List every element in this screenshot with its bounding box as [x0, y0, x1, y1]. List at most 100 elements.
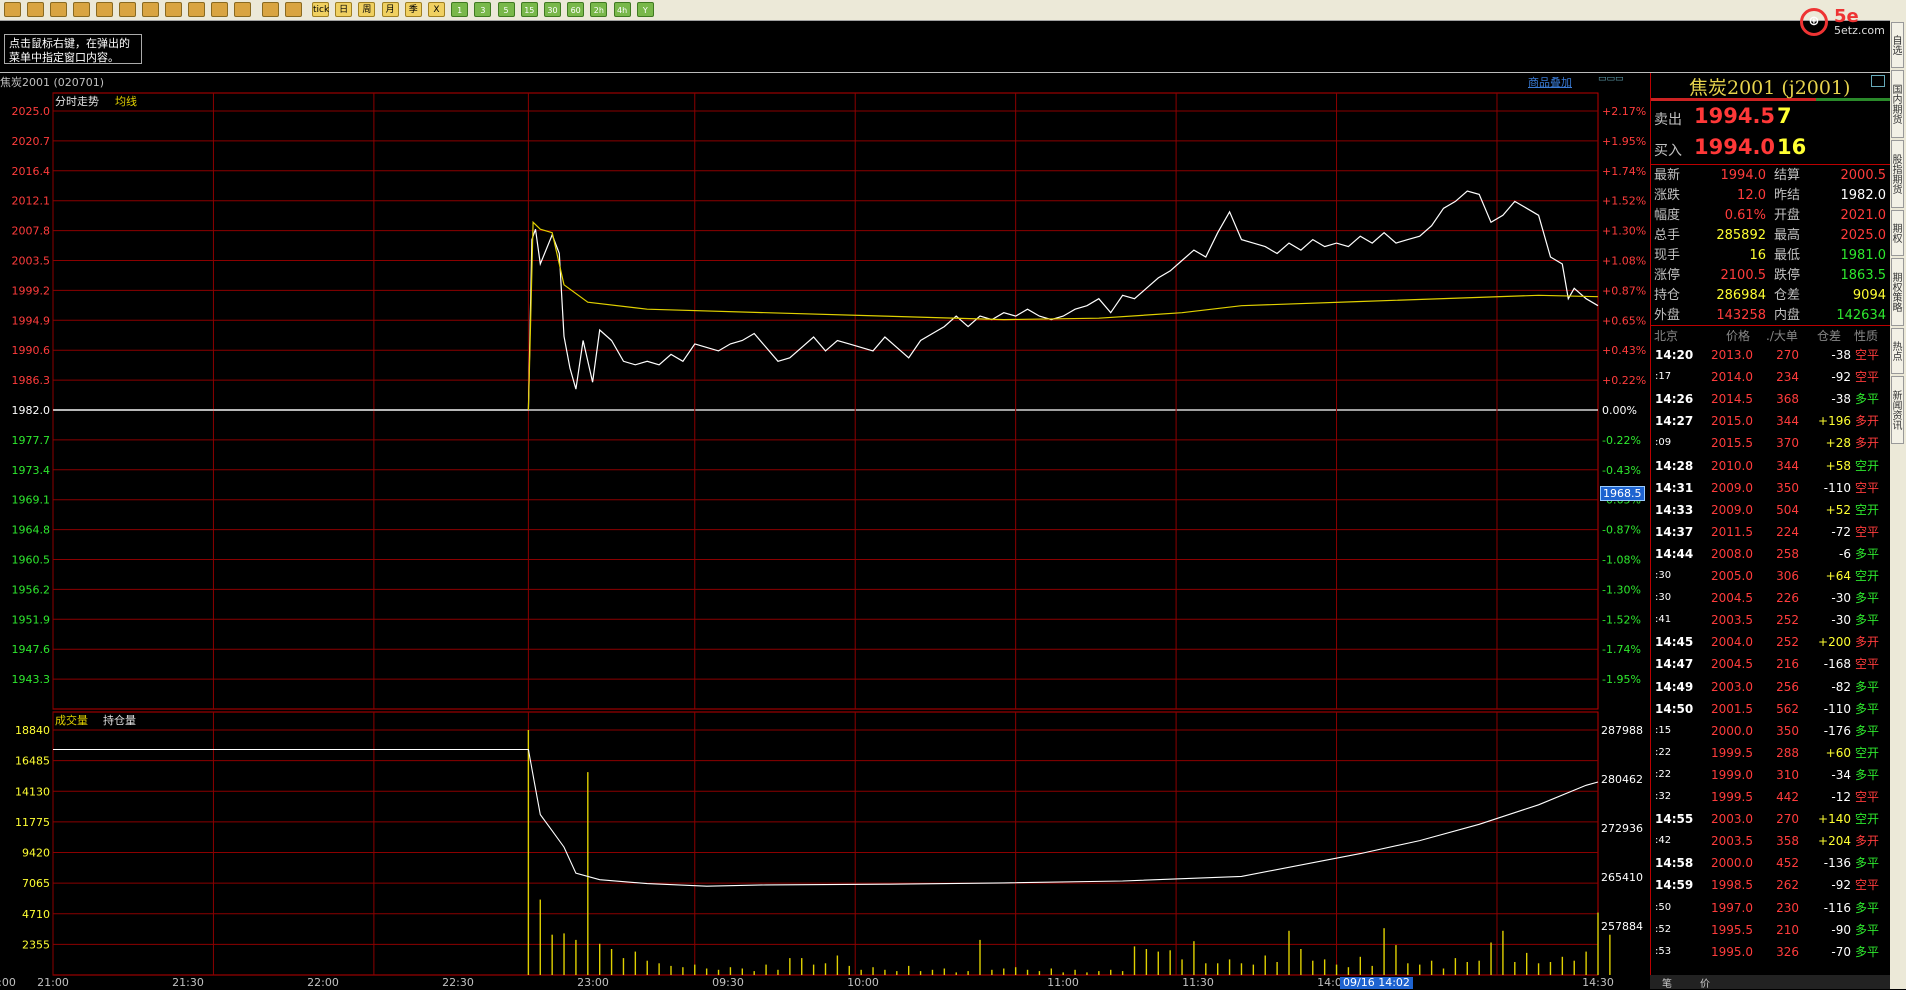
tick-row[interactable]: 14:33 2009.0 504 +52 空开 — [1651, 500, 1891, 520]
tick-row[interactable]: :15 2000.0 350 -176 多平 — [1651, 721, 1891, 741]
tick-oi-change: -110 — [1823, 701, 1851, 716]
tick-time: 14:28 — [1655, 458, 1694, 473]
tick-volume: 258 — [1776, 546, 1799, 561]
tick-row[interactable]: :30 2004.5 226 -30 多平 — [1651, 588, 1891, 608]
tick-nature: 多开 — [1855, 635, 1880, 650]
price-tick-label: 1990.6 — [12, 344, 51, 357]
tick-row[interactable]: 14:45 2004.0 252 +200 多开 — [1651, 632, 1891, 652]
price-tick-label: 1960.5 — [12, 554, 51, 567]
intraday-chart[interactable]: 分时走势 均线 2025.0 +2.17% 2020.7 +1.95% 2016.4 +1.7… — [0, 0, 1650, 989]
tick-volume: 234 — [1776, 370, 1799, 385]
tick-row[interactable]: 14:20 2013.0 270 -38 空平 — [1651, 345, 1891, 365]
tick-oi-change: -110 — [1823, 480, 1851, 495]
quote-field-value: 0.61% — [1724, 208, 1766, 223]
pct-tick-label: +1.52% — [1602, 195, 1646, 208]
quote-field-label: 持仓 — [1654, 288, 1681, 303]
tick-row[interactable]: 14:47 2004.5 216 -168 空平 — [1651, 654, 1891, 674]
volume-tick-label: 2355 — [22, 938, 50, 951]
side-tab-3[interactable]: 期权 — [1890, 210, 1904, 256]
quote-field-label: 涨停 — [1654, 268, 1681, 283]
tick-time: 14:31 — [1655, 480, 1694, 495]
side-tab-1[interactable]: 国内期货 — [1890, 70, 1904, 138]
tick-nature: 多平 — [1855, 856, 1880, 871]
tick-price: 1999.5 — [1711, 790, 1753, 804]
panel-toggle-icon[interactable] — [1871, 75, 1885, 87]
tick-oi-change: -116 — [1823, 900, 1851, 915]
tick-price: 2010.0 — [1711, 458, 1753, 473]
quote-field-label: 最高 — [1774, 228, 1801, 243]
tick-row[interactable]: :17 2014.0 234 -92 空平 — [1651, 367, 1891, 387]
tick-price: 2003.0 — [1711, 679, 1753, 694]
tick-time: :09 — [1655, 437, 1672, 449]
tab-ticks[interactable]: 笔 — [1662, 975, 1672, 990]
tick-row[interactable]: 14:27 2015.0 344 +196 多开 — [1651, 411, 1891, 431]
tick-row[interactable]: :22 1999.0 310 -34 多平 — [1651, 765, 1891, 785]
tick-row[interactable]: :50 1997.0 230 -116 多平 — [1651, 898, 1891, 918]
tick-row[interactable]: :22 1999.5 288 +60 空开 — [1651, 743, 1891, 763]
tick-oi-change: -92 — [1831, 370, 1851, 385]
tick-price: 2008.0 — [1711, 546, 1753, 561]
tick-nature: 空开 — [1855, 812, 1880, 827]
pct-tick-label: -1.08% — [1602, 554, 1641, 567]
tick-row[interactable]: 14:31 2009.0 350 -110 空平 — [1651, 478, 1891, 498]
quote-field-label: 涨跌 — [1654, 188, 1681, 203]
tick-row[interactable]: :52 1995.5 210 -90 多平 — [1651, 920, 1891, 940]
volume-tick-label: 4710 — [22, 908, 50, 921]
tick-oi-change: -82 — [1831, 679, 1851, 694]
side-tab-4[interactable]: 期权策略 — [1890, 258, 1904, 326]
tick-row[interactable]: :53 1995.0 326 -70 多平 — [1651, 942, 1891, 962]
tick-volume: 252 — [1776, 613, 1799, 628]
side-tab-2[interactable]: 股指期货 — [1890, 140, 1904, 208]
tick-row[interactable]: 14:58 2000.0 452 -136 多平 — [1651, 853, 1891, 873]
volume-tick-label: 11775 — [15, 816, 50, 829]
tick-row[interactable]: :30 2005.0 306 +64 空开 — [1651, 566, 1891, 586]
quote-field: 最新 1994.0 — [1654, 167, 1766, 185]
price-panel-frame — [52, 92, 1599, 710]
tick-row[interactable]: :41 2003.5 252 -30 多平 — [1651, 610, 1891, 630]
side-tab-6[interactable]: 新闻资讯 — [1890, 376, 1904, 444]
tick-row[interactable]: 14:49 2003.0 256 -82 多平 — [1651, 677, 1891, 697]
pct-tick-label: -1.52% — [1602, 613, 1641, 626]
quote-field: 仓差 9094 — [1774, 287, 1886, 305]
tick-row[interactable]: 14:26 2014.5 368 -38 多平 — [1651, 389, 1891, 409]
quote-panel: 焦炭2001 (j2001) 卖出 1994.5 7 买入 1994.0 16 … — [1650, 73, 1891, 989]
ticks-col-type: 性质 — [1854, 329, 1879, 343]
tick-oi-change: +60 — [1825, 745, 1851, 760]
bid-label: 买入 — [1654, 143, 1682, 159]
price-tick-label: 1986.3 — [12, 374, 51, 387]
tick-time: 14:20 — [1655, 348, 1694, 362]
tab-price[interactable]: 价 — [1700, 975, 1710, 990]
tick-time: :50 — [1655, 901, 1672, 913]
tick-nature: 多平 — [1855, 701, 1880, 716]
tick-row[interactable]: :42 2003.5 358 +204 多开 — [1651, 831, 1891, 851]
price-tick-label: 1964.8 — [12, 524, 51, 537]
tick-row[interactable]: 14:37 2011.5 224 -72 空平 — [1651, 522, 1891, 542]
ask-volume: 7 — [1777, 104, 1792, 128]
tick-row[interactable]: 14:44 2008.0 258 -6 多平 — [1651, 544, 1891, 564]
price-tick-label: 2007.8 — [12, 225, 51, 238]
tick-oi-change: -176 — [1823, 723, 1851, 738]
tick-volume: 230 — [1776, 900, 1799, 915]
quote-field: 跌停 1863.5 — [1774, 267, 1886, 285]
tick-price: 2009.0 — [1711, 480, 1753, 495]
pct-tick-label: +0.22% — [1602, 374, 1646, 387]
quote-field: 最高 2025.0 — [1774, 227, 1886, 245]
tick-row[interactable]: 14:55 2003.0 270 +140 空开 — [1651, 809, 1891, 829]
tick-oi-change: -70 — [1831, 944, 1851, 959]
side-tab-0[interactable]: 自选 — [1890, 22, 1904, 68]
tick-row[interactable]: 14:28 2010.0 344 +58 空开 — [1651, 456, 1891, 476]
side-tab-5[interactable]: 热点 — [1890, 328, 1904, 374]
tick-row[interactable]: :09 2015.5 370 +28 多开 — [1651, 433, 1891, 453]
tick-row[interactable]: 14:59 1998.5 262 -92 空平 — [1651, 875, 1891, 895]
tick-oi-change: -34 — [1831, 767, 1851, 782]
quote-field-value: 1994.0 — [1720, 168, 1767, 183]
tick-row[interactable]: 14:50 2001.5 562 -110 多平 — [1651, 699, 1891, 719]
tick-nature: 多开 — [1855, 834, 1880, 849]
tick-time: :17 — [1655, 371, 1672, 383]
contract-title: 焦炭2001 (j2001) — [1689, 77, 1851, 99]
tick-volume: 288 — [1776, 745, 1799, 760]
quote-field-label: 内盘 — [1774, 308, 1801, 323]
tick-row[interactable]: :32 1999.5 442 -12 空平 — [1651, 787, 1891, 807]
tick-price: 2004.0 — [1711, 635, 1753, 650]
tick-time: :32 — [1655, 791, 1672, 802]
